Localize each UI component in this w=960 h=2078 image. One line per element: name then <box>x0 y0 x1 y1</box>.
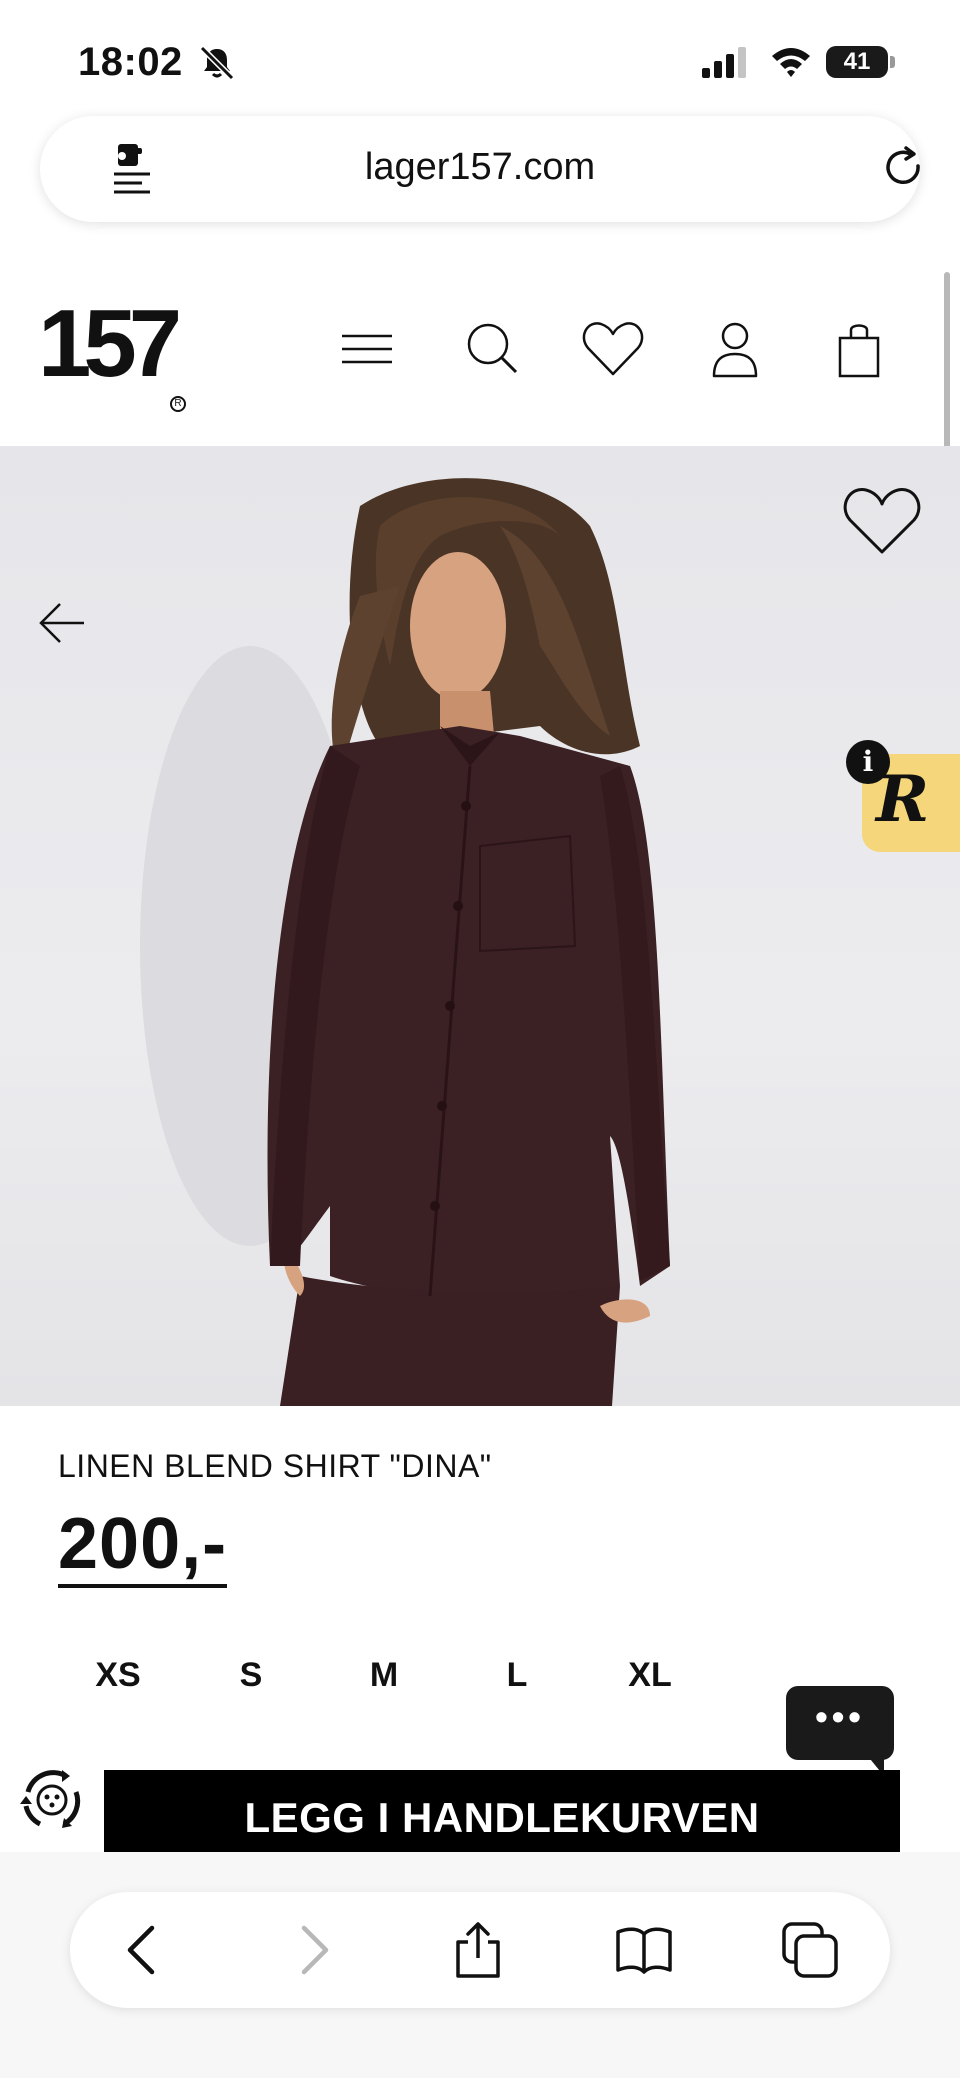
chat-dots-icon: ••• <box>815 1696 865 1737</box>
heart-icon[interactable] <box>580 316 646 382</box>
site-logo[interactable]: 157 R <box>38 290 188 412</box>
tabs-icon[interactable] <box>780 1920 840 1980</box>
favorite-heart-icon[interactable] <box>842 486 922 558</box>
chat-button[interactable]: ••• <box>786 1686 894 1776</box>
status-bar: 18:02 41 <box>0 0 960 110</box>
status-time: 18:02 <box>78 40 183 84</box>
product-image[interactable]: R i <box>0 446 960 1406</box>
battery-icon: 41 <box>826 46 896 78</box>
product-name: LINEN BLEND SHIRT "DINA" <box>58 1448 492 1484</box>
browser-toolbar <box>70 1892 890 2008</box>
bag-icon[interactable] <box>826 316 892 382</box>
wifi-icon <box>772 48 810 77</box>
model-photo <box>140 478 670 1406</box>
info-icon[interactable]: i <box>846 740 890 784</box>
forward-icon[interactable] <box>282 1920 342 1980</box>
size-option-xs[interactable]: XS <box>58 1656 178 1695</box>
reload-icon[interactable] <box>882 146 926 190</box>
menu-icon[interactable] <box>336 316 402 382</box>
size-option-m[interactable]: M <box>324 1656 444 1695</box>
recycle-icon[interactable] <box>14 1762 90 1838</box>
bookmarks-icon[interactable] <box>614 1920 674 1980</box>
size-option-s[interactable]: S <box>191 1656 311 1695</box>
url-text[interactable]: lager157.com <box>40 146 920 189</box>
product-price: 200,- <box>58 1504 228 1588</box>
back-arrow-icon[interactable] <box>36 596 90 650</box>
back-icon[interactable] <box>114 1920 174 1980</box>
battery-level: 41 <box>826 46 888 78</box>
add-to-cart-button[interactable]: LEGG I HANDLEKURVEN <box>104 1770 900 1852</box>
user-icon[interactable] <box>702 316 768 382</box>
size-selector: XS S M L XL <box>60 1656 740 1706</box>
share-icon[interactable] <box>448 1920 508 1980</box>
size-option-l[interactable]: L <box>457 1656 577 1695</box>
logo-text: 157 <box>38 290 182 397</box>
site-header: 157 R <box>0 262 960 442</box>
bell-slash-icon <box>199 45 235 81</box>
registered-mark: R <box>170 396 186 412</box>
size-option-xl[interactable]: XL <box>590 1656 710 1695</box>
address-bar[interactable]: lager157.com <box>40 116 920 222</box>
signal-icon <box>702 47 746 78</box>
search-icon[interactable] <box>460 316 526 382</box>
